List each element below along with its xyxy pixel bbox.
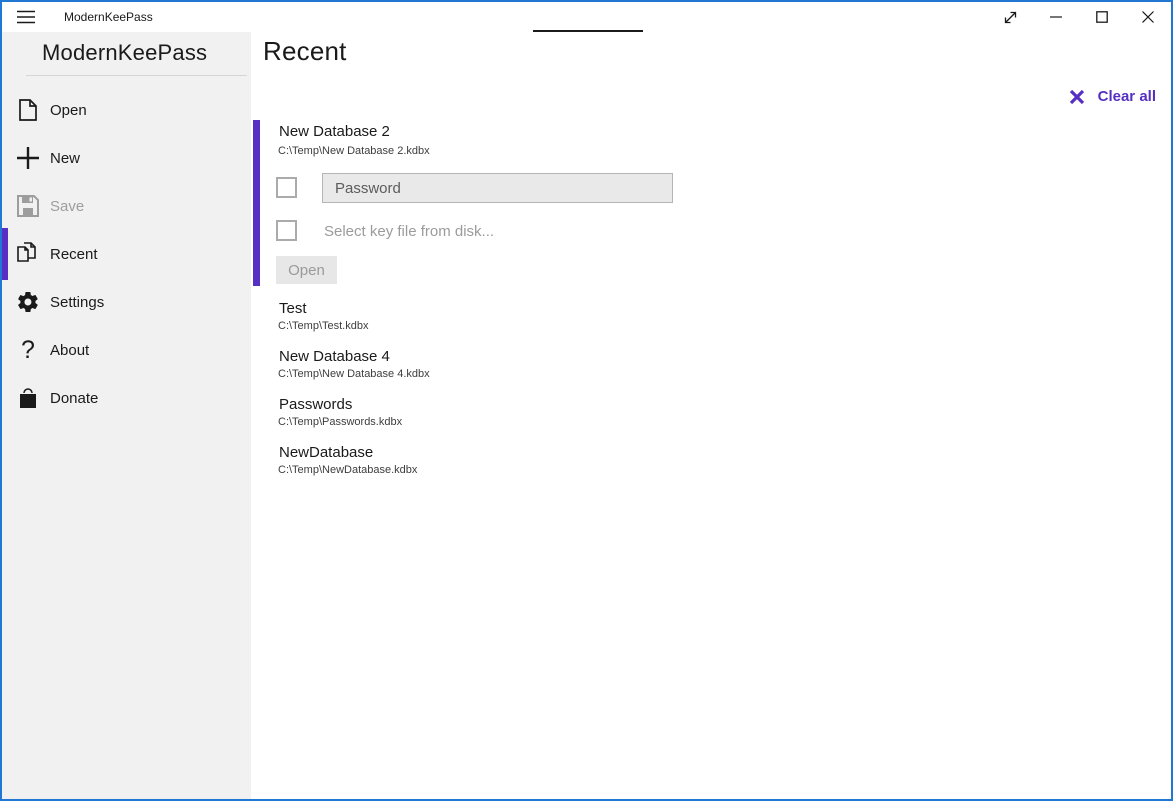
close-icon xyxy=(1142,11,1154,23)
sidebar-item-label: Recent xyxy=(50,246,98,263)
database-name: Passwords xyxy=(279,396,919,414)
sidebar-item-open[interactable]: Open xyxy=(2,86,251,134)
hamburger-icon xyxy=(17,10,35,24)
sidebar-item-label: Save xyxy=(50,198,84,215)
recent-item[interactable]: New Database 4 C:\Temp\New Database 4.kd… xyxy=(279,348,919,396)
selected-item-indicator xyxy=(2,228,8,280)
fullscreen-icon xyxy=(1002,9,1019,26)
donate-bag-icon xyxy=(16,386,40,410)
clear-all-button[interactable]: Clear all xyxy=(1069,88,1156,105)
database-name: NewDatabase xyxy=(279,444,919,462)
sidebar: ModernKeePass Open New xyxy=(2,32,251,799)
selection-accent-bar xyxy=(253,120,260,286)
database-name: New Database 4 xyxy=(279,348,919,366)
database-path: C:\Temp\NewDatabase.kdbx xyxy=(278,464,919,477)
selected-recent-item[interactable]: New Database 2 C:\Temp\New Database 2.kd… xyxy=(251,120,951,286)
hamburger-menu-button[interactable] xyxy=(2,2,50,32)
sidebar-item-settings[interactable]: Settings xyxy=(2,278,251,326)
maximize-button[interactable] xyxy=(1079,2,1125,32)
sidebar-item-label: About xyxy=(50,342,89,359)
sidebar-item-recent[interactable]: Recent xyxy=(2,230,251,278)
gear-icon xyxy=(16,290,40,314)
page-title: Recent xyxy=(263,36,347,67)
database-name: Test xyxy=(279,300,919,318)
close-button[interactable] xyxy=(1125,2,1171,32)
sidebar-item-about[interactable]: ? About xyxy=(2,326,251,374)
question-icon: ? xyxy=(16,338,40,362)
database-path: C:\Temp\Test.kdbx xyxy=(278,320,919,333)
password-input[interactable] xyxy=(322,173,673,203)
password-checkbox[interactable] xyxy=(276,177,297,198)
open-database-button[interactable]: Open xyxy=(276,256,337,284)
keyfile-label[interactable]: Select key file from disk... xyxy=(324,223,494,240)
sidebar-item-save[interactable]: Save xyxy=(2,182,251,230)
recent-item[interactable]: Test C:\Temp\Test.kdbx xyxy=(279,300,919,348)
window-title: ModernKeePass xyxy=(64,10,153,24)
sidebar-item-label: Donate xyxy=(50,390,98,407)
sidebar-separator xyxy=(26,75,247,76)
keyfile-checkbox[interactable] xyxy=(276,220,297,241)
database-path: C:\Temp\Passwords.kdbx xyxy=(278,416,919,429)
maximize-icon xyxy=(1096,11,1108,23)
plus-icon xyxy=(16,146,40,170)
clear-all-label: Clear all xyxy=(1098,88,1156,105)
recent-item[interactable]: NewDatabase C:\Temp\NewDatabase.kdbx xyxy=(279,444,919,492)
sidebar-item-new[interactable]: New xyxy=(2,134,251,182)
title-bar: ModernKeePass xyxy=(2,2,1171,32)
minimize-icon xyxy=(1050,11,1062,23)
app-window: ModernKeePass xyxy=(0,0,1173,801)
database-name: New Database 2 xyxy=(279,123,390,140)
main-content: Recent Clear all New Database 2 C:\Temp\… xyxy=(251,32,1171,799)
recent-item[interactable]: Passwords C:\Temp\Passwords.kdbx xyxy=(279,396,919,444)
sidebar-item-label: New xyxy=(50,150,80,167)
save-icon xyxy=(16,194,40,218)
minimize-button[interactable] xyxy=(1033,2,1079,32)
clear-all-x-icon xyxy=(1069,89,1085,105)
database-path: C:\Temp\New Database 4.kdbx xyxy=(278,368,919,381)
caption-buttons xyxy=(987,2,1171,32)
sidebar-app-heading: ModernKeePass xyxy=(2,32,251,66)
sidebar-item-label: Open xyxy=(50,102,87,119)
sidebar-item-donate[interactable]: Donate xyxy=(2,374,251,422)
sidebar-nav: Open New xyxy=(2,86,251,422)
recent-list: Test C:\Temp\Test.kdbx New Database 4 C:… xyxy=(279,300,919,492)
sidebar-item-label: Settings xyxy=(50,294,104,311)
open-file-icon xyxy=(16,98,40,122)
recent-icon xyxy=(16,242,40,266)
database-path: C:\Temp\New Database 2.kdbx xyxy=(278,145,430,157)
fullscreen-button[interactable] xyxy=(987,2,1033,32)
